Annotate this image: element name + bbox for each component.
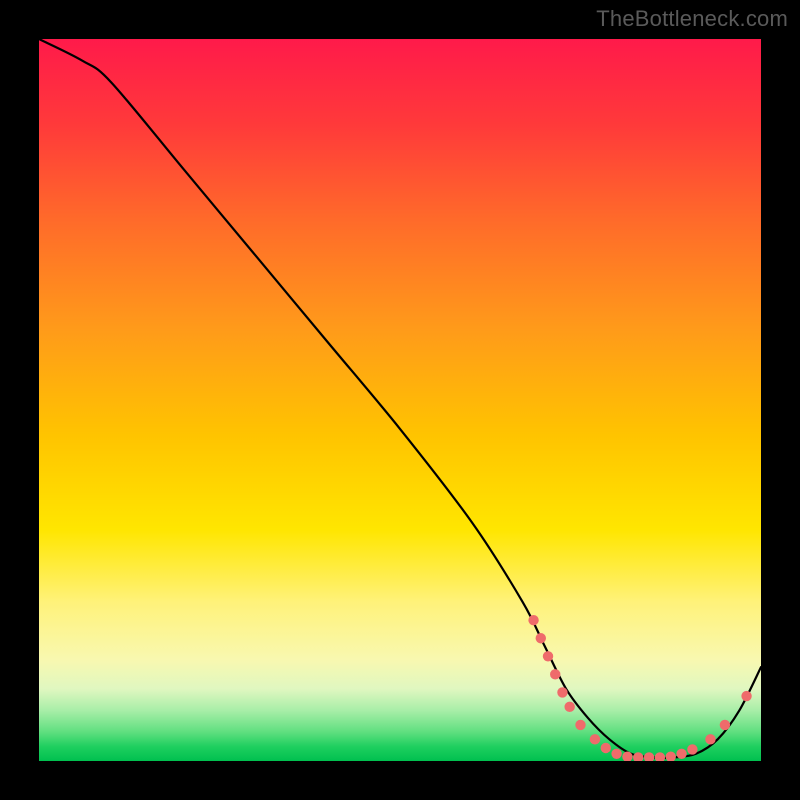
data-marker [528,615,538,625]
chart-frame: TheBottleneck.com [0,0,800,800]
data-marker [666,751,676,761]
data-marker [633,752,643,761]
data-marker [590,734,600,744]
data-marker [557,687,567,697]
curve-line [39,39,761,758]
data-marker [601,743,611,753]
data-marker [655,752,665,761]
data-marker [550,669,560,679]
data-marker [543,651,553,661]
data-marker [575,720,585,730]
data-marker [536,633,546,643]
data-marker [676,749,686,759]
data-marker [687,744,697,754]
plot-area [39,39,761,761]
data-marker [720,720,730,730]
data-marker [564,702,574,712]
watermark-text: TheBottleneck.com [596,6,788,32]
data-marker [644,752,654,761]
chart-svg [39,39,761,761]
data-marker [705,734,715,744]
data-marker [611,749,621,759]
data-marker [741,691,751,701]
